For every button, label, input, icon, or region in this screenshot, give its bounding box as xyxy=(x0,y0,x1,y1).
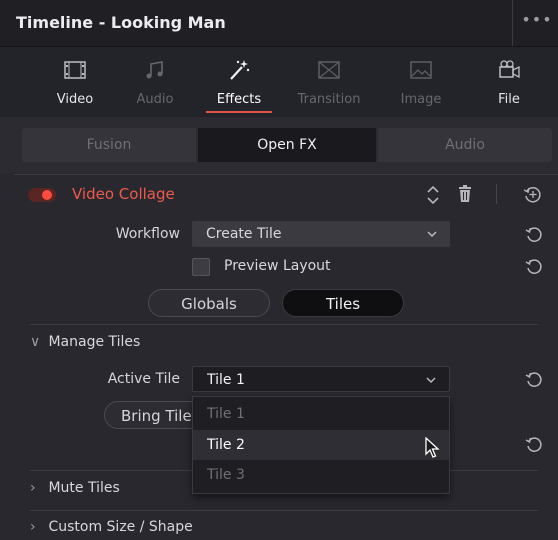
effect-enable-toggle[interactable] xyxy=(28,188,56,202)
fx-type-switcher: Fusion Open FX Audio xyxy=(0,117,558,173)
tab-image[interactable]: Image xyxy=(384,47,458,117)
title-bar: Timeline - Looking Man ••• xyxy=(0,0,558,47)
tab-effects[interactable]: Effects xyxy=(202,47,276,117)
preview-layout-label: Preview Layout xyxy=(224,258,331,274)
menu-option-tile-2[interactable]: Tile 2 xyxy=(193,430,449,460)
active-tile-menu: Tile 1 Tile 2 Tile 3 xyxy=(192,396,450,494)
reset-effect-icon[interactable] xyxy=(522,183,544,205)
globals-button[interactable]: Globals xyxy=(148,289,270,317)
film-camera-icon xyxy=(499,60,520,79)
effect-name: Video Collage xyxy=(72,185,175,203)
active-tab-indicator xyxy=(206,111,272,113)
active-tile-label: Active Tile xyxy=(107,371,180,387)
reset-workflow-icon[interactable] xyxy=(524,224,544,244)
tab-video[interactable]: Video xyxy=(38,47,112,117)
manage-tiles-label: Manage Tiles xyxy=(48,334,141,350)
tab-effects-label: Effects xyxy=(216,92,262,107)
tiles-button[interactable]: Tiles xyxy=(282,289,404,317)
window-title: Timeline - Looking Man xyxy=(16,13,226,32)
chevron-down-icon: ∨ xyxy=(30,334,41,350)
custom-size-shape-header[interactable]: › Custom Size / Shape xyxy=(30,519,193,535)
active-tile-value: Tile 1 xyxy=(207,372,245,388)
active-tile-dropdown[interactable]: Tile 1 xyxy=(192,366,450,392)
transition-icon xyxy=(318,61,340,79)
subtab-open-fx[interactable]: Open FX xyxy=(198,128,376,162)
mouse-pointer-icon xyxy=(425,437,440,458)
tab-video-label: Video xyxy=(56,92,94,107)
manage-tiles-header[interactable]: ∨ Manage Tiles xyxy=(30,334,140,350)
inspector-panel: Timeline - Looking Man ••• Video Audio E… xyxy=(0,0,558,540)
tab-file-label: File xyxy=(498,92,520,107)
filmstrip-icon xyxy=(64,61,86,79)
preview-layout-checkbox[interactable] xyxy=(192,258,210,276)
magic-wand-icon xyxy=(230,60,250,80)
music-note-icon xyxy=(146,61,163,79)
image-icon xyxy=(410,61,432,79)
tab-audio[interactable]: Audio xyxy=(118,47,192,117)
chevron-right-icon: › xyxy=(30,519,36,535)
menu-option-tile-1[interactable]: Tile 1 xyxy=(193,399,449,429)
workflow-label: Workflow xyxy=(115,226,180,242)
tab-image-label: Image xyxy=(400,92,442,107)
subtab-fusion[interactable]: Fusion xyxy=(22,128,196,162)
tab-transition[interactable]: Transition xyxy=(292,47,366,117)
custom-size-shape-label: Custom Size / Shape xyxy=(48,519,193,535)
trash-icon[interactable] xyxy=(456,184,474,204)
chevron-right-icon: › xyxy=(30,480,36,496)
tab-audio-label: Audio xyxy=(136,92,174,107)
reset-bring-tile-icon[interactable] xyxy=(524,434,544,454)
chevron-down-icon xyxy=(427,231,437,238)
reset-preview-icon[interactable] xyxy=(524,256,544,276)
inspector-tabs: Video Audio Effects Transition Image Fil… xyxy=(0,47,558,117)
reorder-updown-icon[interactable] xyxy=(424,182,442,208)
chevron-down-icon xyxy=(426,377,436,384)
tab-transition-label: Transition xyxy=(297,92,361,107)
ellipsis-icon[interactable]: ••• xyxy=(520,10,554,29)
workflow-dropdown[interactable]: Create Tile xyxy=(192,221,450,247)
tab-file[interactable]: File xyxy=(472,47,546,117)
mute-tiles-label: Mute Tiles xyxy=(48,480,120,496)
workflow-value: Create Tile xyxy=(206,226,282,242)
menu-option-tile-3[interactable]: Tile 3 xyxy=(193,460,449,490)
subtab-audio[interactable]: Audio xyxy=(378,128,552,162)
mute-tiles-header[interactable]: › Mute Tiles xyxy=(30,480,120,496)
reset-active-tile-icon[interactable] xyxy=(524,369,544,389)
